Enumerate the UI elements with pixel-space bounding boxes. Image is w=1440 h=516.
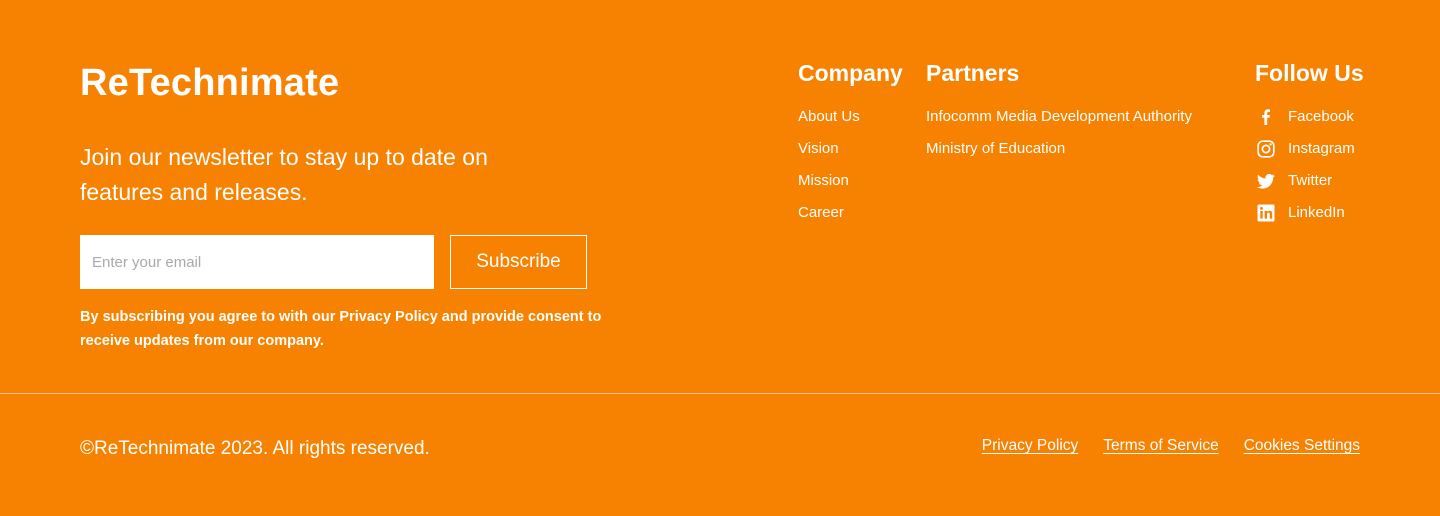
social-item-twitter: Twitter [1255, 171, 1364, 203]
subscribe-disclaimer: By subscribing you agree to with our Pri… [80, 309, 602, 349]
facebook-link[interactable]: Facebook [1255, 107, 1354, 127]
privacy-policy-link[interactable]: Privacy Policy [982, 435, 1078, 457]
mission-link[interactable]: Mission [798, 171, 849, 191]
linkedin-link[interactable]: LinkedIn [1255, 203, 1345, 223]
moe-link[interactable]: Ministry of Education [926, 139, 1065, 159]
email-input[interactable] [80, 235, 434, 289]
company-links: About Us Vision Mission Career [798, 107, 903, 235]
imda-link[interactable]: Infocomm Media Development Authority [926, 107, 1192, 127]
partner-item-imda: Infocomm Media Development Authority [926, 107, 1192, 139]
facebook-label: Facebook [1288, 108, 1354, 125]
instagram-link[interactable]: Instagram [1255, 139, 1355, 159]
social-item-linkedin: LinkedIn [1255, 203, 1364, 235]
company-link-mission: Mission [798, 171, 903, 203]
terms-of-service-link[interactable]: Terms of Service [1103, 435, 1218, 457]
vision-link[interactable]: Vision [798, 139, 839, 159]
company-link-about-us: About Us [798, 107, 903, 139]
follow-us-heading: Follow Us [1255, 60, 1364, 86]
legal-links: Privacy Policy Terms of Service Cookies … [982, 435, 1360, 457]
partners-heading: Partners [926, 60, 1020, 86]
twitter-label: Twitter [1288, 172, 1333, 189]
follow-us-column: Follow Us Facebook Instagram Twitter Lin… [1255, 58, 1364, 235]
twitter-link[interactable]: Twitter [1255, 171, 1332, 191]
company-heading: Company [798, 60, 903, 86]
facebook-icon [1256, 107, 1278, 127]
copyright-text: ©ReTechnimate 2023. All rights reserved. [80, 438, 430, 459]
brand-logo[interactable]: ReTechnimate [80, 62, 339, 105]
linkedin-label: LinkedIn [1288, 204, 1345, 221]
social-links: Facebook Instagram Twitter LinkedIn [1255, 107, 1364, 235]
linkedin-icon [1256, 203, 1278, 223]
career-link[interactable]: Career [798, 203, 844, 223]
company-column: Company About Us Vision Mission Career [798, 58, 903, 235]
partners-column: Partners Infocomm Media Development Auth… [926, 58, 1192, 171]
newsletter-tagline: Join our newsletter to stay up to date o… [80, 144, 488, 205]
instagram-icon [1256, 139, 1278, 159]
footer-divider [0, 393, 1440, 394]
social-item-facebook: Facebook [1255, 107, 1364, 139]
cookies-settings-link[interactable]: Cookies Settings [1244, 435, 1360, 457]
site-footer: ReTechnimate Join our newsletter to stay… [0, 0, 1440, 516]
partner-item-moe: Ministry of Education [926, 139, 1192, 171]
social-item-instagram: Instagram [1255, 139, 1364, 171]
instagram-label: Instagram [1288, 140, 1355, 157]
about-us-link[interactable]: About Us [798, 107, 860, 127]
partners-links: Infocomm Media Development Authority Min… [926, 107, 1192, 171]
twitter-icon [1256, 171, 1278, 191]
company-link-vision: Vision [798, 139, 903, 171]
subscribe-button[interactable]: Subscribe [450, 235, 587, 289]
company-link-career: Career [798, 203, 903, 235]
